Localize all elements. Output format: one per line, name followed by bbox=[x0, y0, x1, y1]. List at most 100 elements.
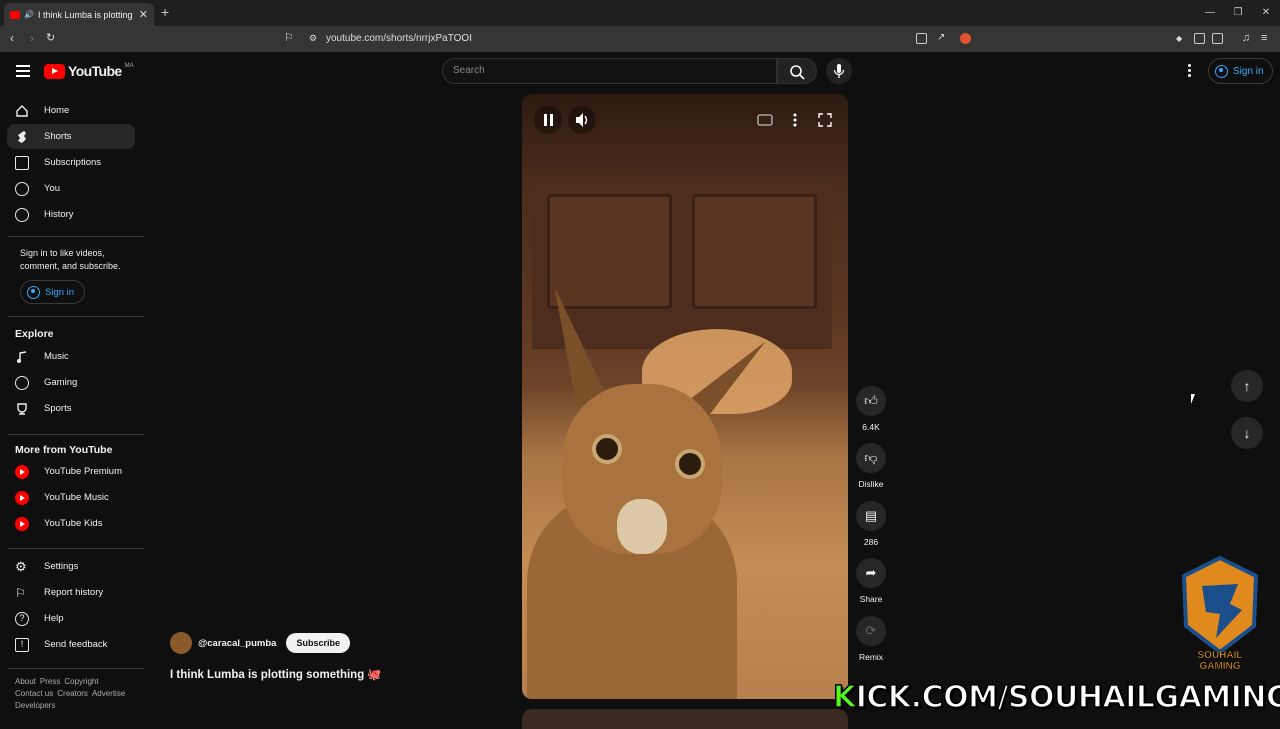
search-button[interactable] bbox=[777, 58, 817, 84]
sidebar-item-gaming[interactable]: Gaming bbox=[7, 370, 135, 395]
flag-icon: ⚐ bbox=[15, 585, 26, 600]
sidebar-item-label: Shorts bbox=[44, 131, 72, 142]
footer-link-contact[interactable]: Contact us bbox=[15, 689, 53, 698]
sidebar-item-youtube-premium[interactable]: YouTube Premium bbox=[7, 459, 135, 484]
comments-button[interactable]: ▤ 286 bbox=[851, 501, 891, 547]
search-input[interactable]: Search bbox=[442, 58, 777, 84]
footer-link-press[interactable]: Press bbox=[40, 677, 60, 686]
sidebar-item-youtube-kids[interactable]: YouTube Kids bbox=[7, 511, 135, 536]
sidebar-item-help[interactable]: ? Help bbox=[7, 606, 135, 631]
footer-link-creators[interactable]: Creators bbox=[57, 689, 88, 698]
channel-name[interactable]: @caracal_pumba bbox=[198, 638, 276, 649]
sign-in-note: Sign in to like videos, comment, and sub… bbox=[20, 248, 121, 271]
share-icon: ➦ bbox=[856, 558, 886, 588]
forward-icon[interactable]: › bbox=[30, 31, 34, 45]
speaker-icon[interactable]: 🔊 bbox=[24, 10, 34, 19]
footer-link-copyright[interactable]: Copyright bbox=[64, 677, 98, 686]
footer-link-about[interactable]: About bbox=[15, 677, 36, 686]
subscribe-button[interactable]: Subscribe bbox=[286, 633, 350, 653]
window-controls: — ❐ ✕ bbox=[1196, 0, 1280, 26]
sign-in-label: Sign in bbox=[1233, 65, 1264, 77]
sidebar-item-label: YouTube Kids bbox=[44, 518, 103, 529]
youtube-logo[interactable]: YouTube MA bbox=[44, 63, 134, 79]
sidebar-item-subscriptions[interactable]: Subscriptions bbox=[7, 150, 135, 175]
sidebar-item-you[interactable]: You bbox=[7, 176, 135, 201]
browser-tab[interactable]: 🔊 I think Lumba is plotting som ✕ bbox=[4, 3, 154, 26]
close-window-icon[interactable]: ✕ bbox=[1252, 0, 1280, 26]
sidebar-item-shorts[interactable]: Shorts bbox=[7, 124, 135, 149]
youtube-premium-icon bbox=[15, 464, 29, 479]
arrow-up-icon: ↑ bbox=[1243, 378, 1251, 394]
history-icon bbox=[15, 207, 29, 222]
cast-icon[interactable] bbox=[916, 33, 927, 44]
dislike-button[interactable]: 👎︎ Dislike bbox=[851, 443, 891, 489]
youtube-favicon-icon bbox=[10, 10, 20, 19]
remix-button[interactable]: ⟳ Remix bbox=[851, 616, 891, 662]
voice-search-button[interactable] bbox=[826, 58, 852, 84]
sidebar-item-label: Subscriptions bbox=[44, 157, 102, 168]
url-field[interactable]: youtube.com/shorts/nrrjxPaTOOI bbox=[326, 33, 472, 44]
sidebar-item-music[interactable]: Music bbox=[7, 344, 135, 369]
sidebar-toggle-icon[interactable] bbox=[1212, 33, 1223, 44]
previous-short-button[interactable]: ↑ bbox=[1231, 370, 1263, 402]
shorts-video-player[interactable] bbox=[522, 94, 848, 699]
settings-kebab-icon[interactable] bbox=[1188, 64, 1192, 79]
close-tab-icon[interactable]: ✕ bbox=[139, 8, 148, 21]
sidebar-item-label: Help bbox=[44, 613, 64, 624]
volume-button[interactable] bbox=[568, 106, 596, 134]
new-tab-icon[interactable]: + bbox=[161, 4, 169, 20]
share-button[interactable]: ➦ Share bbox=[851, 558, 891, 604]
more-options-icon[interactable] bbox=[781, 106, 809, 134]
sidebar-item-home[interactable]: Home bbox=[7, 98, 135, 123]
like-button[interactable]: 👍︎ 6.4K bbox=[851, 386, 891, 432]
more-from-youtube-heading: More from YouTube bbox=[15, 444, 113, 456]
sidebar-item-sports[interactable]: Sports bbox=[7, 396, 135, 421]
sports-icon bbox=[15, 402, 29, 416]
next-short-preview[interactable] bbox=[522, 709, 848, 729]
header-sign-in-button[interactable]: Sign in bbox=[1208, 58, 1273, 84]
like-count: 6.4K bbox=[862, 422, 880, 432]
sidebar-item-report-history[interactable]: ⚐ Report history bbox=[7, 580, 135, 605]
sidebar-item-label: Music bbox=[44, 351, 69, 362]
logo-text: YouTube bbox=[68, 63, 122, 79]
divider bbox=[8, 434, 144, 435]
dislike-label: Dislike bbox=[858, 479, 884, 489]
captions-icon[interactable] bbox=[751, 106, 779, 134]
sidebar-item-settings[interactable]: ⚙ Settings bbox=[7, 554, 135, 579]
browser-menu-icon[interactable]: ≡ bbox=[1261, 32, 1267, 44]
pause-button[interactable] bbox=[534, 106, 562, 134]
sidebar-item-label: Gaming bbox=[44, 377, 78, 388]
remix-label: Remix bbox=[858, 652, 884, 662]
share-page-icon[interactable]: ↗ bbox=[937, 32, 945, 43]
sidebar-item-label: History bbox=[44, 209, 74, 220]
youtube-music-icon bbox=[15, 490, 29, 505]
sidebar-item-youtube-music[interactable]: YouTube Music bbox=[7, 485, 135, 510]
remix-icon: ⟳ bbox=[856, 616, 886, 646]
thumbs-up-icon: 👍︎ bbox=[856, 386, 886, 416]
sidebar-item-history[interactable]: History bbox=[7, 202, 135, 227]
maximize-icon[interactable]: ❐ bbox=[1224, 0, 1252, 26]
fullscreen-icon[interactable] bbox=[811, 106, 839, 134]
next-short-button[interactable]: ↓ bbox=[1231, 417, 1263, 449]
avatar[interactable] bbox=[170, 632, 192, 654]
minimize-icon[interactable]: — bbox=[1196, 0, 1224, 26]
hamburger-menu-icon[interactable] bbox=[16, 65, 30, 80]
media-icon[interactable]: ♫ bbox=[1242, 32, 1250, 44]
reload-icon[interactable]: ↻ bbox=[46, 31, 55, 44]
sidebar-item-label: Send feedback bbox=[44, 639, 108, 650]
site-info-icon[interactable]: ⚙ bbox=[309, 33, 317, 44]
brave-shield-icon[interactable] bbox=[960, 33, 971, 44]
back-icon[interactable]: ‹ bbox=[10, 31, 14, 45]
footer-link-advertise[interactable]: Advertise bbox=[92, 689, 125, 698]
divider bbox=[8, 236, 144, 237]
footer-link-developers[interactable]: Developers bbox=[15, 701, 55, 710]
bookmark-icon[interactable]: ⚐ bbox=[284, 31, 294, 44]
comment-count: 286 bbox=[863, 537, 879, 547]
kick-watermark: KICK.COM/SOUHAILGAMING bbox=[832, 679, 1280, 716]
music-icon bbox=[15, 350, 29, 364]
home-icon bbox=[15, 104, 29, 118]
sidebar-item-send-feedback[interactable]: ! Send feedback bbox=[7, 632, 135, 657]
souhail-gaming-logo: SOUHAIL GAMING bbox=[1176, 555, 1264, 674]
extensions-icon[interactable] bbox=[1194, 33, 1205, 44]
sidebar-sign-in-button[interactable]: Sign in bbox=[20, 280, 86, 304]
